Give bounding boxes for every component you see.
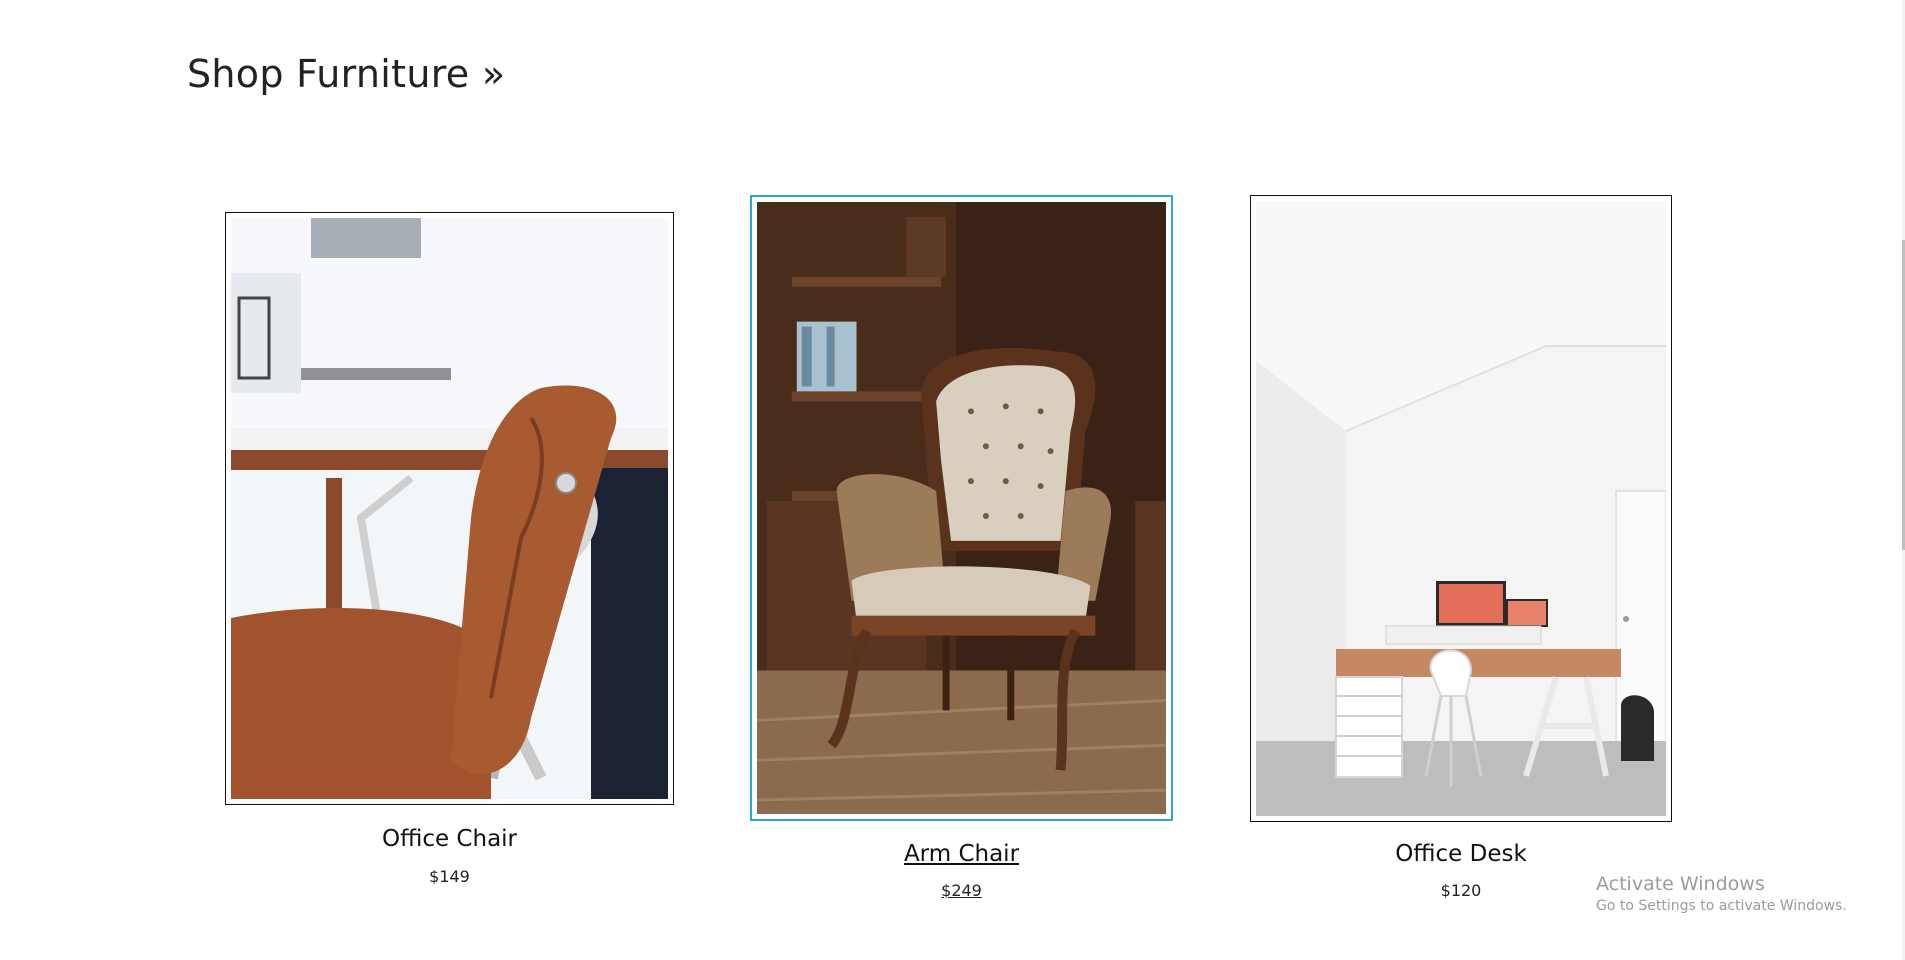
product-image-frame[interactable]: [225, 212, 674, 805]
section-title-link[interactable]: Shop Furniture »: [187, 52, 505, 96]
product-card-office-desk[interactable]: Office Desk $120: [1250, 195, 1672, 905]
product-price: $249: [941, 881, 982, 900]
product-card-arm-chair[interactable]: Arm Chair $249: [750, 195, 1173, 905]
product-card-office-chair[interactable]: Office Chair $149: [225, 212, 674, 892]
product-image-frame[interactable]: [750, 195, 1173, 821]
product-name[interactable]: Office Desk: [1250, 841, 1672, 867]
product-name[interactable]: Arm Chair: [750, 841, 1173, 867]
office-chair-image: [231, 218, 668, 799]
watermark-line-1: Activate Windows: [1596, 873, 1765, 895]
arm-chair-image: [757, 202, 1166, 814]
product-name[interactable]: Office Chair: [225, 826, 674, 852]
windows-activation-watermark: Activate Windows Go to Settings to activ…: [1596, 872, 1847, 916]
watermark-line-2: Go to Settings to activate Windows.: [1596, 898, 1847, 914]
page: Shop Furniture » Office Chair $149 Arm C…: [0, 0, 1905, 960]
product-price: $149: [429, 867, 470, 886]
office-desk-image: [1256, 201, 1666, 816]
product-image-frame[interactable]: [1250, 195, 1672, 822]
